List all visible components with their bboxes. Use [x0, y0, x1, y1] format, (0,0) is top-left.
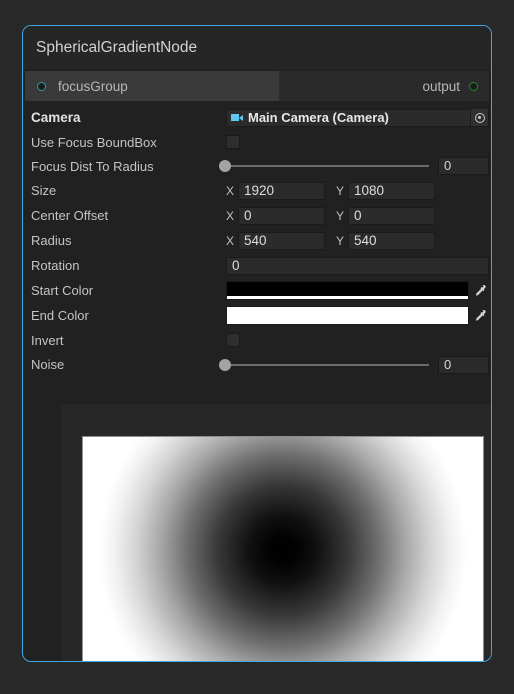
property-row-end-color: End Color — [23, 303, 491, 328]
center-offset-label: Center Offset — [31, 208, 109, 223]
property-row-size: Size X 1920 Y 1080 — [23, 178, 491, 203]
noise-value[interactable]: 0 — [438, 355, 489, 374]
rotation-input[interactable]: 0 — [226, 256, 489, 275]
preview-panel — [61, 404, 491, 661]
end-color-main — [227, 307, 468, 321]
camera-object-field[interactable]: Main Camera (Camera) — [226, 108, 489, 127]
property-row-invert: Invert — [23, 328, 491, 352]
use-focus-boundbox-checkbox[interactable] — [226, 135, 240, 149]
radius-x-axis-label: X — [226, 233, 235, 248]
center-offset-y-input[interactable]: 0 — [348, 206, 436, 225]
center-offset-x-axis-label: X — [226, 208, 235, 223]
property-row-center-offset: Center Offset X 0 Y 0 — [23, 203, 491, 228]
size-x-axis-label: X — [226, 183, 235, 198]
eyedropper-icon[interactable] — [469, 309, 491, 323]
use-focus-boundbox-label: Use Focus BoundBox — [31, 134, 157, 150]
size-y-axis-label: Y — [336, 183, 345, 198]
start-color-alpha-bar — [227, 296, 468, 299]
start-color-swatch[interactable] — [226, 281, 469, 300]
input-port-label: focusGroup — [58, 78, 128, 94]
spherical-gradient-node[interactable]: SphericalGradientNode focusGroup output … — [22, 25, 492, 662]
property-row-noise: Noise 0 — [23, 352, 491, 377]
radius-y-input[interactable]: 540 — [348, 231, 436, 250]
noise-label: Noise — [31, 357, 65, 372]
size-x-input[interactable]: 1920 — [238, 181, 326, 200]
property-row-rotation: Rotation 0 — [23, 253, 491, 278]
port-circle-icon[interactable] — [37, 81, 46, 91]
input-port-focusgroup[interactable]: focusGroup — [25, 71, 279, 101]
radius-y-axis-label: Y — [336, 233, 345, 248]
invert-label: Invert — [31, 332, 64, 348]
slider-track — [225, 363, 429, 366]
start-color-label: Start Color — [31, 283, 94, 298]
size-y-input[interactable]: 1080 — [348, 181, 436, 200]
start-color-main — [227, 282, 468, 296]
property-row-start-color: Start Color — [23, 278, 491, 303]
output-port-output[interactable]: output — [279, 71, 489, 101]
node-port-row: focusGroup output — [23, 69, 491, 104]
radius-label: Radius — [31, 233, 72, 248]
output-port-label: output — [422, 78, 460, 94]
spherical-gradient-preview — [83, 437, 483, 661]
slider-track — [225, 165, 429, 167]
end-color-alpha-bar — [227, 321, 468, 324]
node-title: SphericalGradientNode — [23, 26, 491, 69]
focus-dist-to-radius-label: Focus Dist To Radius — [31, 158, 154, 174]
focus-dist-to-radius-slider[interactable] — [219, 159, 429, 173]
object-picker-icon[interactable] — [470, 109, 488, 126]
camera-label: Camera — [31, 110, 81, 125]
property-row-use-focus-boundbox: Use Focus BoundBox — [23, 130, 491, 154]
slider-knob[interactable] — [219, 358, 231, 371]
camera-icon — [231, 113, 244, 122]
radius-x-input[interactable]: 540 — [238, 231, 326, 250]
focus-dist-to-radius-value[interactable]: 0 — [438, 157, 489, 175]
end-color-swatch[interactable] — [226, 306, 469, 325]
property-row-radius: Radius X 540 Y 540 — [23, 228, 491, 253]
eyedropper-icon[interactable] — [469, 284, 491, 298]
property-row-camera: Camera Main Camera (Camera) — [23, 105, 491, 130]
invert-checkbox[interactable] — [226, 333, 240, 347]
rotation-label: Rotation — [31, 258, 80, 273]
noise-slider[interactable] — [219, 358, 429, 372]
property-row-focus-dist-to-radius: Focus Dist To Radius 0 — [23, 154, 491, 178]
center-offset-x-input[interactable]: 0 — [238, 206, 326, 225]
camera-value: Main Camera (Camera) — [248, 110, 389, 125]
slider-knob[interactable] — [219, 160, 231, 172]
size-label: Size — [31, 183, 57, 198]
end-color-label: End Color — [31, 308, 89, 323]
center-offset-y-axis-label: Y — [336, 208, 345, 223]
port-circle-icon[interactable] — [469, 81, 478, 91]
property-list: Camera Main Camera (Camera) Use Focus Bo… — [23, 104, 491, 377]
